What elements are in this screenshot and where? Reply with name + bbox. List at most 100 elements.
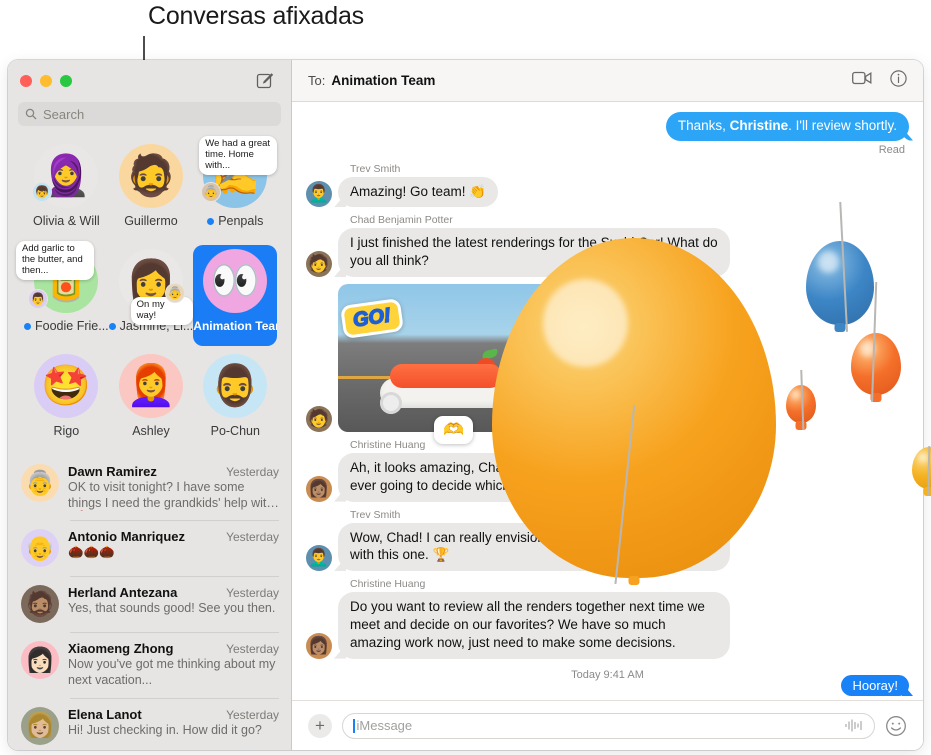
- pinned-item-rigo[interactable]: 🤩 Rigo: [24, 350, 109, 451]
- avatar-emoji: 🧔: [126, 154, 176, 198]
- unread-dot: [24, 322, 31, 330]
- header-actions: [852, 69, 907, 92]
- sushi-car-image[interactable]: GO! Zoom 🫶: [338, 272, 617, 444]
- sushi-car-graphic: [374, 348, 530, 414]
- pinned-item-olivia-will[interactable]: 🧕 👦 Olivia & Will: [24, 140, 109, 241]
- pinned-item-animation-team[interactable]: 👀 Animation Team: [193, 245, 278, 346]
- pinned-label: Animation Team: [193, 319, 277, 333]
- conversation-header: To: Animation Team: [292, 60, 923, 102]
- search-placeholder: Search: [43, 106, 85, 122]
- conversation-list-item[interactable]: 👩🏼 Elena Lanot Yesterday Hi! Just checking …: [8, 697, 291, 751]
- hooray-bubble[interactable]: Hooray!: [841, 675, 909, 696]
- balloon-string: [927, 445, 930, 497]
- pinned-preview-bubble: On my way!: [130, 297, 193, 325]
- pinned-avatar: 🧔: [118, 144, 183, 208]
- message-composer: + iMessage: [292, 700, 923, 750]
- audio-waveform-icon[interactable]: [844, 719, 864, 732]
- pinned-mini-avatar: 👦: [32, 182, 53, 202]
- message-snippet: Yes, that sounds good! See you then.: [68, 601, 276, 616]
- messages-window: Search 🧕 👦 Olivia & Will 🧔 Guillermo We had a…: [8, 60, 923, 750]
- message-snippet: OK to visit tonight? I have some things …: [68, 480, 277, 510]
- incoming-message-bubble[interactable]: I just finished the latest renderings fo…: [338, 228, 730, 277]
- minimize-button[interactable]: [40, 75, 52, 87]
- outgoing-last-group: Hooray!: [841, 675, 909, 696]
- pinned-avatar: 👀: [203, 249, 268, 313]
- contact-name: Xiaomeng Zhong: [68, 641, 174, 657]
- go-sticker[interactable]: GO!: [339, 297, 404, 339]
- pinned-mini-avatar: 👨: [28, 289, 49, 309]
- annotation-label: Conversas afixadas: [148, 2, 364, 30]
- zoom-button[interactable]: [60, 75, 72, 87]
- conversation-pane: To: Animation Team Thanks, Christine. I'…: [292, 60, 923, 750]
- message-input[interactable]: iMessage: [342, 712, 875, 739]
- pinned-name: Olivia & Will: [32, 214, 100, 228]
- message-snippet: Now you've got me thinking about my next…: [68, 657, 276, 687]
- pinned-label: Olivia & Will: [33, 214, 100, 228]
- info-circle-icon[interactable]: [890, 69, 907, 92]
- sender-avatar: 👩🏽: [306, 632, 332, 659]
- pinned-item-jasmine-li[interactable]: On my way! 👩 👵 Jasmine, Li...: [108, 245, 193, 346]
- conversation-summary: Xiaomeng Zhong Yesterday Now you've got me…: [68, 641, 279, 688]
- pinned-item-penpals[interactable]: We had a great time. Home with... ✍️ 👵 Penp…: [193, 136, 278, 241]
- conversation-list-item[interactable]: 🧔🏽 Herland Antezana Yesterday Yes, that sou…: [8, 576, 291, 632]
- video-camera-icon[interactable]: [852, 71, 872, 90]
- incoming-message-bubble[interactable]: Ah, it looks amazing, Chad! I love it so…: [338, 452, 730, 502]
- pinned-name: Animation Team: [193, 319, 278, 333]
- window-controls[interactable]: [20, 75, 72, 87]
- text-caret: [353, 718, 355, 733]
- outgoing-text-prefix: Thanks,: [677, 118, 730, 133]
- sender-name: Trev Smith: [350, 508, 401, 521]
- pinned-item-ashley[interactable]: 👩‍🦰 Ashley: [109, 350, 194, 451]
- pinned-label: Po-Chun: [211, 424, 260, 438]
- pinned-label: Foodie Frie...: [24, 319, 109, 333]
- plus-icon[interactable]: +: [308, 713, 332, 738]
- incoming-messages: 👨‍🦱 Trev Smith Amazing! Go team! 👏 🧑 Chad Be…: [306, 163, 909, 659]
- compose-icon[interactable]: [255, 71, 275, 91]
- incoming-message-bubble[interactable]: Amazing! Go team! 👏: [338, 176, 499, 208]
- balloon-knot: [923, 487, 931, 496]
- pinned-name: Ashley: [132, 424, 170, 438]
- sender-avatar: 👨‍🦱: [306, 545, 332, 572]
- smiley-face-icon[interactable]: [885, 715, 907, 737]
- pinned-avatar: 🧔‍♂️: [203, 354, 268, 418]
- sender-name: Trev Smith: [350, 162, 401, 175]
- sidebar: Search 🧕 👦 Olivia & Will 🧔 Guillermo We had a…: [8, 60, 292, 750]
- avatar-emoji: 👀: [210, 259, 261, 303]
- recipient-name[interactable]: Animation Team: [331, 73, 435, 88]
- sender-avatar: 🧑: [306, 250, 332, 277]
- message-snippet: Hi! Just checking in. How did it go?: [68, 722, 262, 737]
- incoming-message: 👨‍🦱 Trev Smith Wow, Chad! I can really env…: [306, 509, 909, 572]
- message-thread[interactable]: Thanks, Christine. I'll review shortly. …: [292, 102, 923, 700]
- close-button[interactable]: [20, 75, 32, 87]
- incoming-message-bubble[interactable]: Wow, Chad! I can really envision us taki…: [338, 522, 730, 572]
- zoom-sticker[interactable]: Zoom: [544, 272, 617, 314]
- pinned-name: Foodie Frie...: [35, 319, 109, 333]
- media-message: 🧑 GO! Zoom 🫶: [306, 272, 909, 444]
- pinned-item-guillermo[interactable]: 🧔 Guillermo: [109, 140, 194, 241]
- incoming-message: 👩🏽 Christine Huang Do you want to review a…: [306, 578, 909, 659]
- conversation-list-item[interactable]: 👩🏻 Xiaomeng Zhong Yesterday Now you've got …: [8, 632, 291, 697]
- sender-name: Christine Huang: [350, 578, 426, 591]
- sender-avatar: 👩🏽: [306, 475, 332, 502]
- message-placeholder: iMessage: [356, 718, 413, 733]
- conversation-list-item[interactable]: 👴 Antonio Manriquez Yesterday 🌰🌰🌰: [8, 520, 291, 576]
- search-container: Search: [8, 102, 291, 134]
- pinned-preview-bubble: We had a great time. Home with...: [199, 136, 278, 175]
- sender-avatar: 👨‍🦱: [306, 181, 332, 208]
- incoming-message-bubble[interactable]: Do you want to review all the renders to…: [338, 592, 730, 659]
- search-input[interactable]: Search: [18, 102, 281, 126]
- heart-hands-sticker[interactable]: 🫶: [434, 415, 474, 444]
- outgoing-message-bubble[interactable]: Thanks, Christine. I'll review shortly.: [665, 112, 909, 141]
- contact-name: Elena Lanot: [68, 706, 142, 722]
- message-snippet: 🌰🌰🌰: [68, 545, 115, 560]
- conversation-list-item[interactable]: 👵 Dawn Ramirez Yesterday OK to visit tonigh…: [8, 455, 291, 520]
- avatar-emoji: 🤩: [41, 364, 92, 408]
- sender-name: Christine Huang: [350, 438, 426, 451]
- conversation-list: 👵 Dawn Ramirez Yesterday OK to visit tonigh…: [8, 455, 291, 750]
- contact-avatar: 🧔🏽: [21, 585, 59, 624]
- pinned-item-po-chun[interactable]: 🧔‍♂️ Po-Chun: [193, 350, 277, 451]
- incoming-message: 👨‍🦱 Trev Smith Amazing! Go team! 👏: [306, 163, 909, 208]
- unread-dot: [207, 217, 215, 225]
- to-label: To:: [308, 73, 326, 88]
- pinned-item-foodie-frie[interactable]: Add garlic to the butter, and then... 🥫 👨 F…: [16, 241, 109, 346]
